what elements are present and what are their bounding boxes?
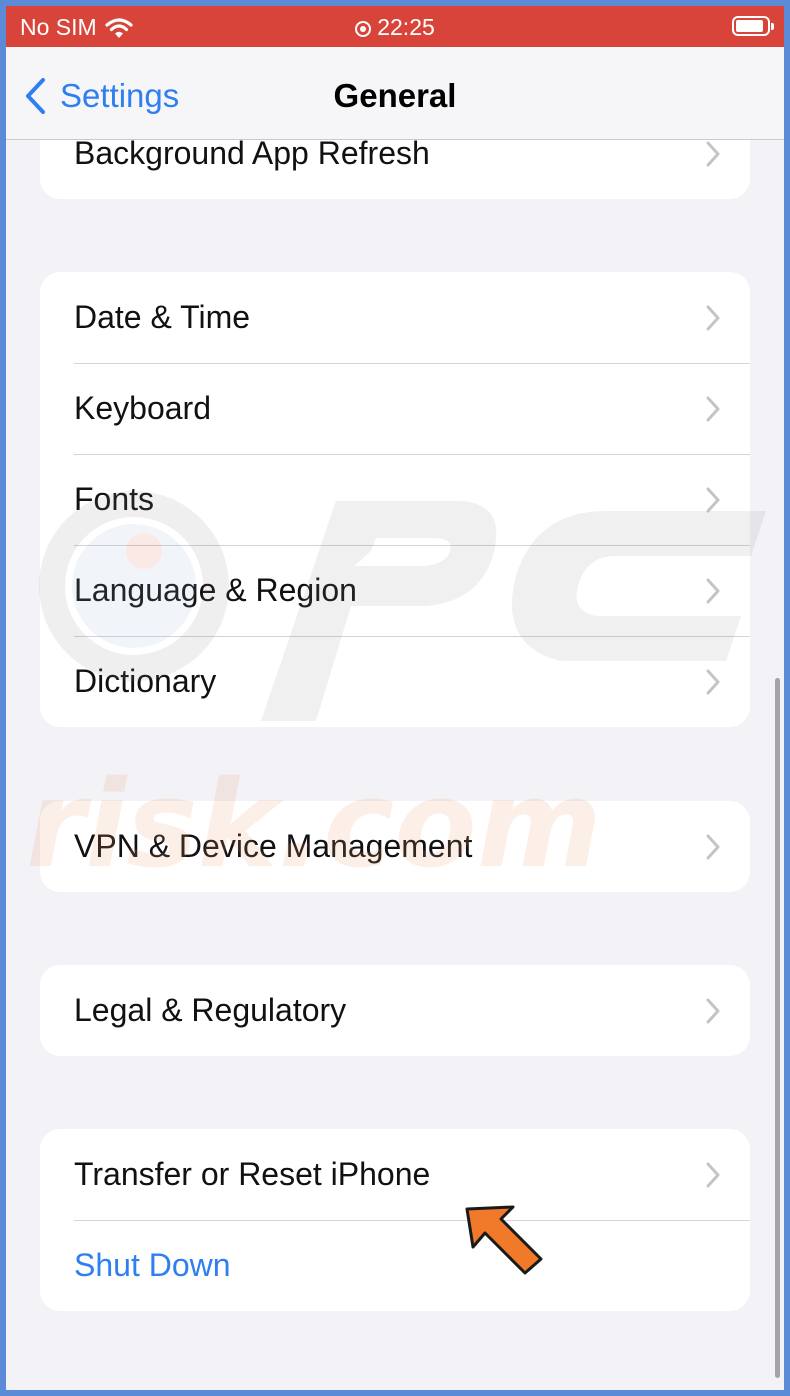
chevron-right-icon — [706, 834, 720, 860]
chevron-right-icon — [706, 669, 720, 695]
row-label: Fonts — [74, 481, 155, 517]
chevron-right-icon — [706, 578, 720, 604]
battery-icon — [732, 16, 774, 36]
row-transfer-reset[interactable]: Transfer or Reset iPhone — [40, 1129, 750, 1220]
row-label: Transfer or Reset iPhone — [74, 1156, 431, 1192]
navigation-bar: Settings General — [6, 47, 784, 140]
row-label: Language & Region — [74, 572, 357, 608]
row-label: Keyboard — [74, 390, 211, 426]
clock: 22:25 — [377, 14, 435, 40]
chevron-right-icon — [706, 305, 720, 331]
row-fonts[interactable]: Fonts — [40, 454, 750, 545]
row-vpn-device-management[interactable]: VPN & Device Management — [40, 801, 750, 892]
group-vpn: VPN & Device Management — [40, 801, 750, 892]
row-legal-regulatory[interactable]: Legal & Regulatory — [40, 965, 750, 1056]
phone-screen: Background App Refresh Date & Time Keybo… — [6, 6, 784, 1390]
shut-down-button[interactable]: Shut Down — [74, 1220, 231, 1311]
orientation-lock-icon — [355, 21, 372, 37]
chevron-right-icon — [706, 998, 720, 1024]
settings-list: Background App Refresh Date & Time Keybo… — [6, 6, 784, 1390]
group-transfer-shutdown: Transfer or Reset iPhone Shut Down — [40, 1129, 750, 1311]
row-label: VPN & Device Management — [74, 828, 473, 864]
scrollbar[interactable] — [775, 678, 780, 1378]
chevron-right-icon — [706, 1162, 720, 1188]
status-bar: No SIM 22:25 — [6, 6, 784, 47]
chevron-right-icon — [706, 141, 720, 167]
chevron-right-icon — [706, 396, 720, 422]
status-center: 22:25 — [6, 14, 784, 41]
row-shut-down[interactable]: Shut Down — [40, 1220, 750, 1311]
row-label: Dictionary — [74, 663, 217, 699]
row-language-region[interactable]: Language & Region — [40, 545, 750, 636]
group-date-language: Date & Time Keyboard Fonts Language & Re… — [40, 272, 750, 727]
row-label: Date & Time — [74, 299, 251, 335]
row-keyboard[interactable]: Keyboard — [40, 363, 750, 454]
page-title: General — [333, 77, 457, 114]
group-legal: Legal & Regulatory — [40, 965, 750, 1056]
row-dictionary[interactable]: Dictionary — [40, 636, 750, 727]
pointer-arrow-icon — [465, 1205, 543, 1275]
row-label: Legal & Regulatory — [74, 992, 347, 1028]
row-date-time[interactable]: Date & Time — [40, 272, 750, 363]
chevron-right-icon — [706, 487, 720, 513]
